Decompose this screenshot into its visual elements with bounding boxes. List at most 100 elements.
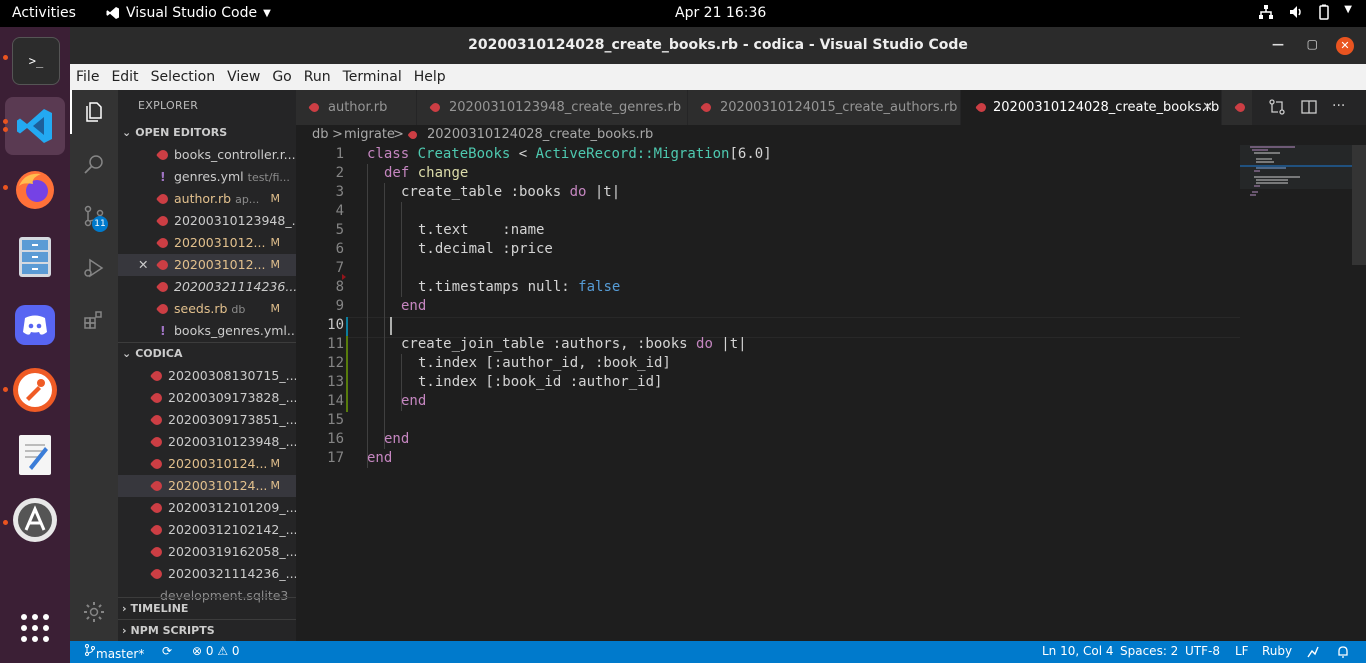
breadcrumb-db[interactable]: db bbox=[312, 127, 329, 142]
explorer-files-icon[interactable] bbox=[82, 100, 106, 124]
open-editor-item[interactable]: author.rb ap... M bbox=[118, 188, 296, 210]
problems-status[interactable]: ⊗ 0 ⚠ 0 bbox=[192, 644, 240, 658]
text-cursor bbox=[390, 317, 392, 335]
tab-create-genres[interactable]: 20200310123948_create_genres.rb bbox=[417, 90, 688, 125]
file-tree-item[interactable]: 20200312101209_... bbox=[118, 497, 296, 519]
breadcrumb: db > migrate > 20200310124028_create_boo… bbox=[296, 125, 1366, 145]
battery-icon bbox=[1319, 4, 1330, 20]
open-editor-item[interactable]: seeds.rb db M bbox=[118, 298, 296, 320]
tab-create-books[interactable]: 20200310124028_create_books.rb ✕ bbox=[961, 90, 1222, 125]
open-editor-filename: 2020031012... bbox=[174, 254, 265, 276]
file-tree-item[interactable]: 20200312102142_... bbox=[118, 519, 296, 541]
dock-text-editor[interactable] bbox=[12, 432, 58, 478]
file-tree-item[interactable]: 20200321114236_... bbox=[118, 563, 296, 585]
dock-terminal[interactable]: >_ bbox=[12, 37, 60, 85]
tab-label: author.rb bbox=[328, 100, 388, 115]
indentation-status[interactable]: Spaces: 2 bbox=[1120, 644, 1178, 658]
code-editor[interactable]: 1 2 3 4 5 6 7 8 9 10 11 12 13 14 15 16 17 class CreateBo… bbox=[296, 145, 1366, 641]
line-number: 7 bbox=[335, 260, 344, 276]
search-icon[interactable] bbox=[82, 152, 106, 176]
encoding-status[interactable]: UTF-8 bbox=[1185, 644, 1220, 658]
file-tree-item[interactable]: 20200309173851_... bbox=[118, 409, 296, 431]
live-share-icon[interactable] bbox=[1306, 645, 1320, 659]
filename-text: books_controller.r... bbox=[174, 147, 296, 162]
system-tray[interactable]: ▼ bbox=[1258, 4, 1352, 20]
menu-terminal[interactable]: Terminal bbox=[337, 69, 408, 85]
menu-selection[interactable]: Selection bbox=[145, 69, 222, 85]
open-editor-item[interactable]: ✕ 2020031012... M bbox=[118, 254, 296, 276]
notifications-bell-icon[interactable] bbox=[1336, 645, 1350, 659]
extensions-icon[interactable] bbox=[82, 308, 106, 332]
ruby-file-icon bbox=[149, 390, 165, 406]
file-tree-filename: 20200312102142_... bbox=[168, 522, 296, 537]
eol-status[interactable]: LF bbox=[1235, 644, 1249, 658]
dock-firefox[interactable] bbox=[12, 167, 58, 213]
dock-software[interactable] bbox=[12, 497, 58, 543]
open-editor-item[interactable]: 2020031012... M bbox=[118, 232, 296, 254]
close-window-button[interactable]: ✕ bbox=[1336, 37, 1354, 55]
file-tree-filename: 20200310124... bbox=[168, 456, 268, 471]
minimize-button[interactable]: — bbox=[1272, 37, 1284, 51]
menu-run[interactable]: Run bbox=[298, 69, 337, 85]
sync-icon[interactable]: ⟳ bbox=[162, 644, 172, 658]
dock-postman[interactable] bbox=[12, 367, 58, 413]
power-menu-caret-icon: ▼ bbox=[1344, 4, 1352, 15]
editor-scrollbar[interactable] bbox=[1352, 145, 1366, 641]
timeline-header[interactable]: › TIMELINE bbox=[118, 597, 296, 620]
tab-author[interactable]: author.rb bbox=[296, 90, 417, 125]
filename-text: author.rb bbox=[174, 191, 232, 206]
file-tree-item[interactable]: 20200310123948_... bbox=[118, 431, 296, 453]
language-mode-status[interactable]: Ruby bbox=[1262, 644, 1292, 658]
file-tree-item[interactable]: 20200309173828_... bbox=[118, 387, 296, 409]
activities-button[interactable]: Activities bbox=[12, 5, 76, 21]
dock-vscode[interactable] bbox=[5, 97, 65, 155]
show-applications[interactable] bbox=[12, 605, 58, 651]
open-changes-icon[interactable] bbox=[1268, 98, 1286, 116]
open-editor-item[interactable]: books_controller.r... bbox=[118, 144, 296, 166]
tab-create-authors[interactable]: 20200310124015_create_authors.rb bbox=[688, 90, 961, 125]
open-editor-item[interactable]: ! genres.yml test/fi... bbox=[118, 166, 296, 188]
git-branch-status[interactable]: master* bbox=[84, 644, 144, 661]
ruby-file-icon bbox=[149, 456, 165, 472]
tab-overflow[interactable] bbox=[1222, 90, 1253, 125]
file-tree-item[interactable]: 20200310124... M bbox=[118, 453, 296, 475]
text-editor-icon bbox=[19, 435, 51, 475]
open-editor-item[interactable]: ! books_genres.yml... bbox=[118, 320, 296, 342]
app-menu[interactable]: Visual Studio Code ▼ bbox=[106, 5, 271, 21]
more-actions-icon[interactable]: ··· bbox=[1332, 98, 1345, 114]
ruby-file-icon bbox=[149, 566, 165, 582]
menu-file[interactable]: File bbox=[70, 69, 105, 85]
maximize-button[interactable]: ▢ bbox=[1307, 37, 1318, 51]
split-editor-icon[interactable] bbox=[1300, 98, 1318, 116]
gear-icon[interactable] bbox=[82, 600, 106, 624]
npm-scripts-header[interactable]: › NPM SCRIPTS bbox=[118, 619, 296, 641]
dock-discord[interactable] bbox=[12, 302, 58, 348]
menu-go[interactable]: Go bbox=[266, 69, 297, 85]
run-debug-icon[interactable] bbox=[82, 256, 106, 280]
file-tree-item[interactable]: 20200310124... M bbox=[118, 475, 296, 497]
minimap[interactable] bbox=[1240, 145, 1352, 641]
menu-view[interactable]: View bbox=[221, 69, 266, 85]
breadcrumb-file[interactable]: 20200310124028_create_books.rb bbox=[427, 127, 653, 142]
open-editor-item[interactable]: 20200321114236... bbox=[118, 276, 296, 298]
file-tree-item[interactable]: 20200308130715_... bbox=[118, 365, 296, 387]
open-editors-header[interactable]: ⌄ OPEN EDITORS bbox=[118, 122, 296, 144]
open-editor-item[interactable]: 20200310123948_... bbox=[118, 210, 296, 232]
dock-files[interactable] bbox=[12, 234, 58, 280]
file-tree-filename: 20200319162058_... bbox=[168, 544, 296, 559]
scrollbar-thumb[interactable] bbox=[1352, 145, 1366, 265]
clock[interactable]: Apr 21 16:36 bbox=[675, 5, 766, 21]
close-editor-icon[interactable]: ✕ bbox=[138, 254, 148, 276]
codica-header[interactable]: ⌄ CODICA bbox=[118, 342, 296, 365]
close-tab-icon[interactable]: ✕ bbox=[1202, 90, 1213, 125]
discord-icon bbox=[15, 305, 55, 345]
cursor-position-status[interactable]: Ln 10, Col 4 bbox=[1042, 644, 1114, 658]
menu-edit[interactable]: Edit bbox=[105, 69, 144, 85]
menu-help[interactable]: Help bbox=[408, 69, 452, 85]
open-editors-list: books_controller.r... ! genres.yml test/fi… bbox=[118, 144, 296, 342]
code-line: end bbox=[367, 450, 393, 466]
file-tree-item[interactable]: 20200319162058_... bbox=[118, 541, 296, 563]
breadcrumb-migrate[interactable]: migrate bbox=[344, 127, 395, 142]
file-tree-filename: 20200309173851_... bbox=[168, 412, 296, 427]
window-titlebar[interactable]: 20200310124028_create_books.rb - codica … bbox=[70, 27, 1366, 64]
